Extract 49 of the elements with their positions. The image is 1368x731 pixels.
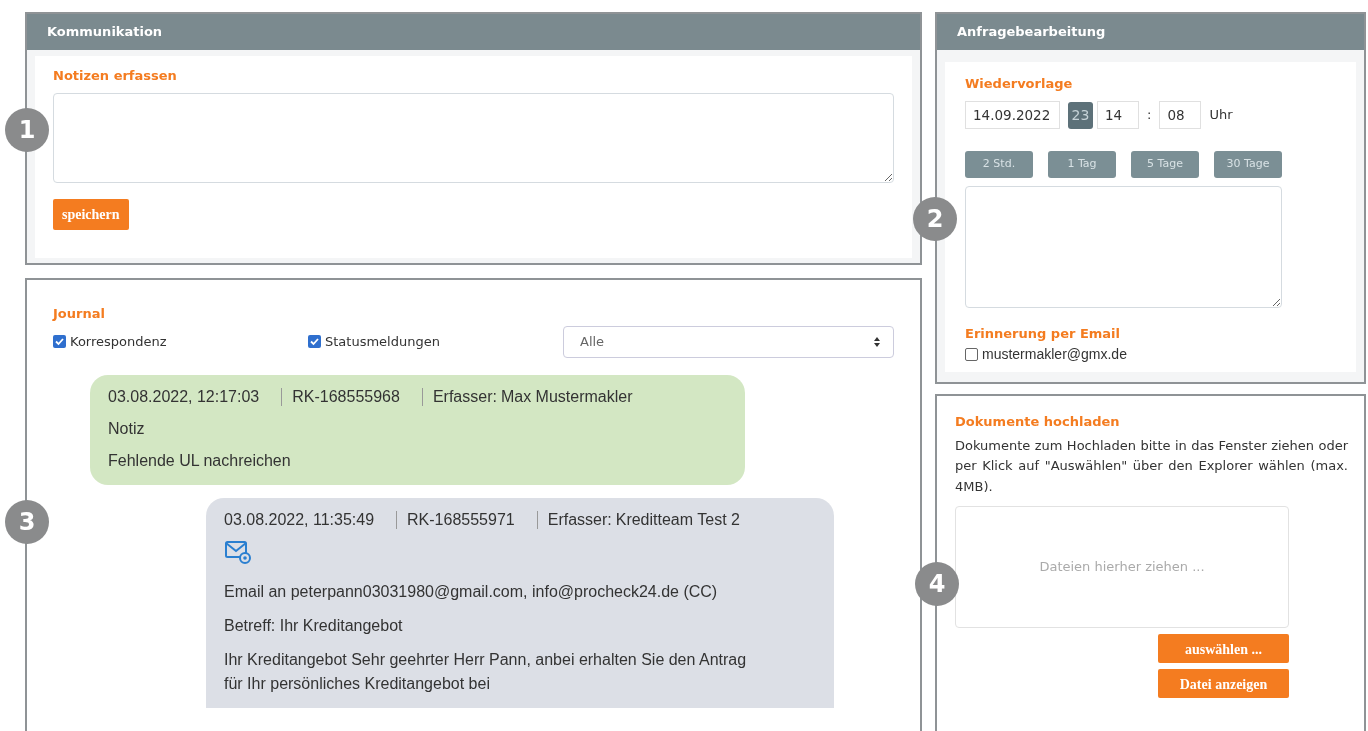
- section-label: Erinnerung per Email: [965, 325, 1121, 343]
- upload-instructions: Dokumente zum Hochladen bitte in das Fenster ziehen oder per Klick auf "Auswählen" über den Explorer wählen (max. 4MB).: [955, 436, 1348, 497]
- author-label: Erfasser:: [547, 509, 612, 530]
- author-label: Erfasser:: [432, 386, 497, 407]
- section-label: Wiedervorlage: [965, 74, 1074, 93]
- drop-zone-hint: Dateien hierher ziehen ...: [1039, 558, 1205, 577]
- quick-date-button[interactable]: 30 Tage: [1214, 151, 1282, 178]
- checkbox-label: Korrespondenz: [70, 332, 167, 351]
- calendar-icon[interactable]: 23: [1068, 101, 1093, 129]
- message-text: Notiz: [108, 418, 146, 439]
- message-text: Betreff: Ihr Kreditangebot: [224, 616, 404, 637]
- callout-number: 3: [5, 500, 49, 544]
- panel-title: Kommunikation: [27, 14, 920, 50]
- time-separator: :: [1147, 106, 1152, 125]
- checkbox[interactable]: [53, 335, 66, 348]
- minute-field[interactable]: 08: [1159, 101, 1202, 129]
- upload-button[interactable]: auswählen ...: [1158, 633, 1289, 663]
- date-field[interactable]: 14.09.2022: [965, 101, 1060, 129]
- checkbox[interactable]: [965, 347, 978, 361]
- note-field[interactable]: [965, 186, 1282, 308]
- quick-date-button[interactable]: 1 Tag: [1048, 151, 1116, 178]
- callout-number: 1: [5, 108, 49, 152]
- filter-select[interactable]: Alle: [563, 325, 894, 358]
- drop-zone[interactable]: Dateien hierher ziehen ...: [955, 505, 1289, 628]
- section-label: Notizen erfassen: [53, 66, 178, 85]
- reference-number: RK-168555971: [407, 509, 515, 530]
- message-text: Email an peterpann03031980@gmail.com, info@procheck24.de (CC): [224, 582, 719, 603]
- checkbox-label: mustermakler@gmx.de: [982, 344, 1127, 364]
- sort-caret-icon: [873, 335, 881, 348]
- message-text: Ihr Kreditangebot Sehr geehrter Herr Pann, anbei erhalten Sie den Antrag für Ihr persönliches Kreditangebot bei: [224, 650, 748, 695]
- section-label: Journal: [53, 305, 106, 323]
- author-name: Max Mustermakler: [500, 386, 633, 407]
- author-name: Kreditteam Test 2: [615, 509, 740, 530]
- hour-field[interactable]: 14: [1097, 101, 1139, 129]
- quick-date-button[interactable]: 2 Std.: [965, 151, 1033, 178]
- panel-title: Anfragebearbeitung: [937, 14, 1364, 50]
- save-button[interactable]: speichern: [53, 199, 129, 230]
- checkbox-label: Statusmeldungen: [325, 332, 440, 351]
- checkbox[interactable]: [308, 335, 321, 348]
- message-text: Fehlende UL nachreichen: [108, 450, 292, 471]
- timestamp: 03.08.2022, 12:17:03: [108, 386, 260, 407]
- quick-date-button[interactable]: 5 Tage: [1131, 151, 1199, 178]
- section-label: Dokumente hochladen: [955, 413, 1121, 431]
- time-unit: Uhr: [1209, 106, 1233, 125]
- timestamp: 03.08.2022, 11:35:49: [224, 509, 375, 530]
- notes-field[interactable]: [53, 93, 894, 183]
- reference-number: RK-168555968: [292, 386, 400, 407]
- upload-button[interactable]: Datei anzeigen: [1158, 668, 1289, 698]
- email-view-icon[interactable]: [224, 540, 252, 565]
